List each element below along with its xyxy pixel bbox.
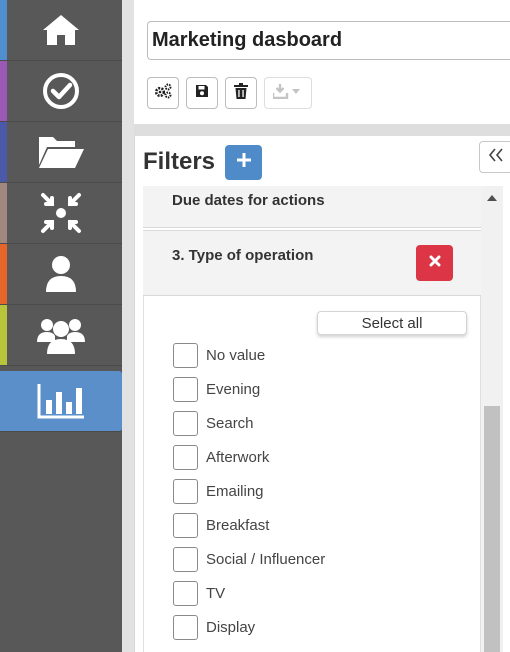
option-breakfast[interactable]: Breakfast <box>173 512 269 538</box>
settings-button[interactable] <box>147 77 179 109</box>
option-afterwork[interactable]: Afterwork <box>173 444 269 470</box>
filter-section-label: 3. Type of operation <box>172 247 314 264</box>
sidebar-item-users[interactable] <box>0 305 122 366</box>
option-emailing[interactable]: Emailing <box>173 478 264 504</box>
filter-section-label: Due dates for actions <box>172 192 325 209</box>
filter-section-due-dates[interactable]: Due dates for actions <box>143 186 481 228</box>
option-social-influencer[interactable]: Social / Influencer <box>173 546 325 572</box>
option-label: Search <box>206 414 254 432</box>
plus-icon <box>236 153 251 172</box>
compress-icon <box>39 191 83 235</box>
sidebar-stripe <box>0 244 7 304</box>
sidebar-item-files[interactable] <box>0 122 122 183</box>
save-button[interactable] <box>186 77 218 109</box>
sidebar-stripe <box>0 0 7 60</box>
sidebar-item-dashboard[interactable] <box>0 371 122 432</box>
filter-list: Due dates for actions 3. Type of operati… <box>143 186 481 652</box>
remove-filter-button[interactable] <box>416 245 453 281</box>
filters-scrollbar[interactable] <box>481 186 503 652</box>
option-label: TV <box>206 584 226 602</box>
filters-panel: Filters Due dates for actions 3. Type of… <box>134 136 510 652</box>
option-tv[interactable]: TV <box>173 580 225 606</box>
filter-section-type-of-operation[interactable]: 3. Type of operation <box>143 230 481 296</box>
sidebar-item-user[interactable] <box>0 244 122 305</box>
scroll-up-button[interactable] <box>481 186 503 208</box>
checkbox[interactable] <box>173 376 198 402</box>
sidebar-stripe <box>0 305 7 365</box>
caret-up-icon <box>487 188 497 206</box>
option-label: Emailing <box>206 482 264 500</box>
double-chevron-left-icon <box>488 147 504 167</box>
users-icon <box>36 314 86 356</box>
sidebar-item-compress[interactable] <box>0 183 122 244</box>
option-label: Social / Influencer <box>206 550 326 568</box>
sidebar-item-actions[interactable] <box>0 61 122 122</box>
option-label: Afterwork <box>206 448 270 466</box>
sidebar-item-home[interactable] <box>0 0 122 61</box>
layout-gap <box>122 0 134 652</box>
close-icon <box>429 254 441 272</box>
sidebar-stripe <box>0 61 7 121</box>
collapse-panel-button[interactable] <box>479 141 510 173</box>
download-icon <box>271 83 303 104</box>
filters-heading: Filters <box>143 148 216 175</box>
select-all-button[interactable]: Select all <box>317 311 467 335</box>
bar-chart-icon <box>36 382 86 420</box>
sidebar-stripe <box>0 183 7 243</box>
scrollbar-thumb[interactable] <box>484 406 500 652</box>
delete-button[interactable] <box>225 77 257 109</box>
option-label: Evening <box>206 380 261 398</box>
option-evening[interactable]: Evening <box>173 376 260 402</box>
filter-options: Select all No value Evening Search After… <box>143 296 481 652</box>
option-label: Breakfast <box>206 516 270 534</box>
section-divider <box>134 124 510 136</box>
save-icon <box>195 84 209 103</box>
checkbox[interactable] <box>173 580 198 606</box>
dashboard-header <box>134 0 510 124</box>
folder-open-icon <box>37 133 85 171</box>
checkbox[interactable] <box>173 410 198 436</box>
option-display[interactable]: Display <box>173 614 255 640</box>
home-icon <box>41 13 81 47</box>
add-filter-button[interactable] <box>225 145 262 180</box>
user-icon <box>43 254 79 294</box>
option-label: Display <box>206 618 256 636</box>
option-label: No value <box>206 346 266 364</box>
check-circle-icon <box>41 71 81 111</box>
checkbox[interactable] <box>173 342 198 368</box>
option-search[interactable]: Search <box>173 410 254 436</box>
export-button[interactable] <box>264 77 312 109</box>
trash-icon <box>234 82 248 104</box>
checkbox[interactable] <box>173 614 198 640</box>
option-no-value[interactable]: No value <box>173 342 265 368</box>
checkbox[interactable] <box>173 478 198 504</box>
checkbox[interactable] <box>173 512 198 538</box>
sidebar <box>0 0 122 652</box>
sidebar-stripe <box>0 122 7 182</box>
checkbox[interactable] <box>173 444 198 470</box>
dashboard-title-input[interactable] <box>147 21 510 60</box>
checkbox[interactable] <box>173 546 198 572</box>
cogs-icon <box>153 83 173 104</box>
